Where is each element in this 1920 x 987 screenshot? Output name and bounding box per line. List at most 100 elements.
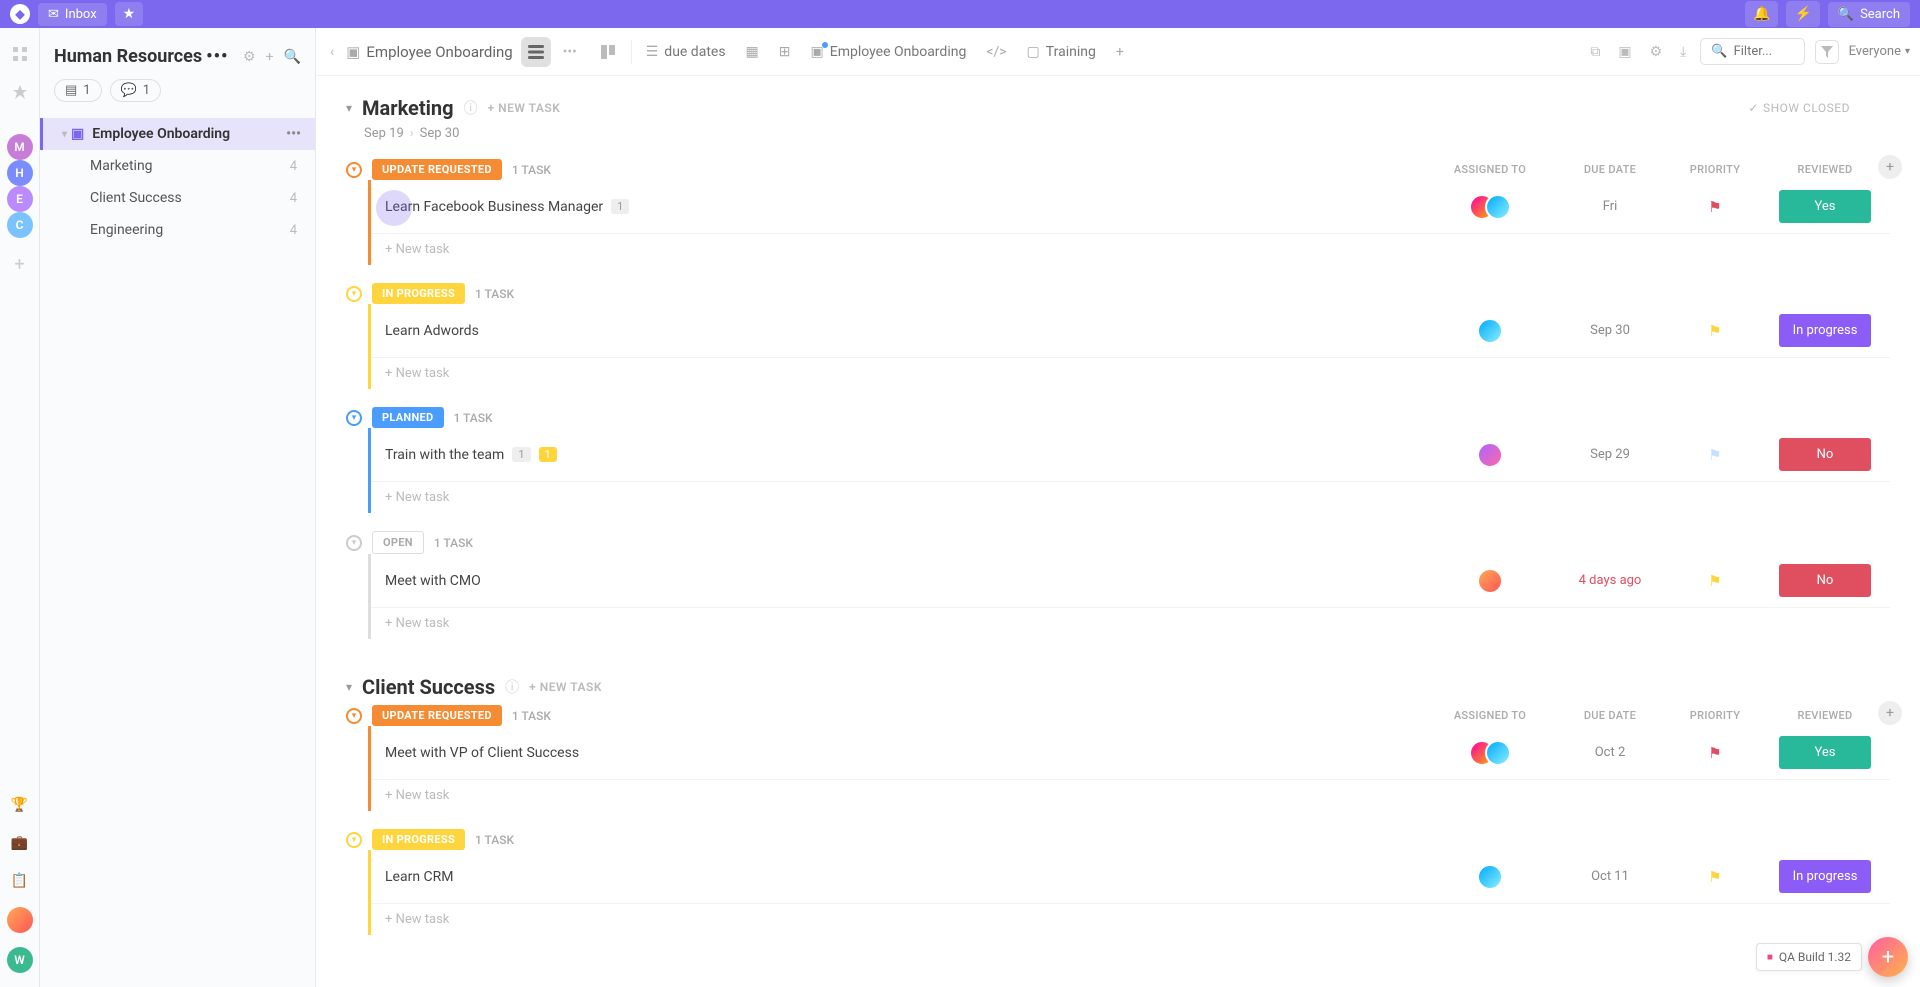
logo[interactable]: ◆ [10, 4, 30, 24]
new-task-inline[interactable]: + New task [371, 482, 1890, 513]
due-date-cell[interactable]: Sep 30 [1550, 323, 1670, 338]
apps-icon[interactable] [8, 42, 32, 66]
due-dates-tab[interactable]: ☰ due dates [640, 40, 732, 64]
sidebar-item[interactable]: Engineering4 [40, 214, 315, 246]
gear-icon[interactable]: ⚙ [1646, 40, 1667, 64]
new-task-inline[interactable]: + New task [371, 780, 1890, 811]
embed-tab[interactable]: </> [980, 40, 1012, 64]
assignees-cell[interactable] [1430, 194, 1550, 220]
assignee-avatar[interactable] [1477, 864, 1503, 890]
breadcrumb[interactable]: ▣ Employee Onboarding [346, 43, 513, 61]
collapse-icon[interactable]: ▾ [346, 680, 352, 694]
due-date-cell[interactable]: Oct 2 [1550, 745, 1670, 760]
reviewed-cell[interactable]: Yes [1760, 190, 1890, 223]
status-toggle[interactable]: ▾ [346, 832, 362, 848]
pin-icon[interactable] [8, 80, 32, 104]
info-icon[interactable]: ⓘ [464, 98, 478, 118]
copy-icon[interactable]: ⧉ [1586, 40, 1604, 64]
more-icon[interactable]: ••• [286, 126, 301, 142]
reviewed-cell[interactable]: No [1760, 564, 1890, 597]
assignees-cell[interactable] [1430, 864, 1550, 890]
favorite-button[interactable]: ★ [115, 2, 144, 26]
new-task-inline[interactable]: + New task [371, 608, 1890, 639]
assignees-cell[interactable] [1430, 568, 1550, 594]
inbox-button[interactable]: ✉ Inbox [38, 3, 107, 26]
task-row[interactable]: Meet with VP of Client Success Oct 2 ⚑ Y… [371, 726, 1890, 780]
view-options-button[interactable]: ••• [555, 37, 585, 67]
onboarding-tab[interactable]: ▣ Employee Onboarding [805, 40, 973, 64]
back-icon[interactable]: ‹ [326, 40, 338, 64]
add-column-button[interactable]: + [1878, 155, 1902, 179]
space-avatar[interactable]: E [7, 186, 33, 212]
due-date-cell[interactable]: 4 days ago [1550, 573, 1670, 588]
reviewed-cell[interactable]: No [1760, 438, 1890, 471]
assignee-avatar[interactable] [1477, 442, 1503, 468]
workspace-avatar[interactable]: W [7, 947, 33, 973]
notifications-icon[interactable]: 🔔 [1745, 1, 1778, 27]
assignees-cell[interactable] [1430, 442, 1550, 468]
status-label[interactable]: IN PROGRESS [372, 829, 465, 850]
status-label[interactable]: UPDATE REQUESTED [372, 705, 502, 726]
status-label[interactable]: PLANNED [372, 407, 444, 428]
search-icon[interactable]: 🔍 [284, 49, 301, 65]
sidebar-title[interactable]: Human Resources ••• [54, 46, 229, 67]
filter-input[interactable]: 🔍 [1700, 38, 1804, 65]
clipboard-icon[interactable]: 📋 [8, 869, 32, 893]
user-avatar-small[interactable] [7, 907, 33, 933]
plus-icon[interactable]: + [266, 49, 274, 65]
priority-cell[interactable]: ⚑ [1670, 198, 1760, 216]
due-date-cell[interactable]: Oct 11 [1550, 869, 1670, 884]
reviewed-cell[interactable]: Yes [1760, 736, 1890, 769]
download-icon[interactable]: ⤓ [1676, 40, 1690, 64]
trophy-icon[interactable]: 🏆 [8, 793, 32, 817]
assignee-avatar[interactable] [1485, 194, 1511, 220]
new-task-inline[interactable]: + New task [371, 358, 1890, 389]
training-tab[interactable]: ▢ Training [1021, 40, 1102, 64]
fab-add-button[interactable]: + [1868, 937, 1908, 977]
new-task-inline[interactable]: + New task [371, 234, 1890, 265]
sidebar-item[interactable]: Client Success4 [40, 182, 315, 214]
group-title[interactable]: Marketing [362, 96, 454, 120]
new-task-button[interactable]: + NEW TASK [488, 101, 561, 115]
priority-cell[interactable]: ⚑ [1670, 446, 1760, 464]
status-toggle[interactable]: ▾ [346, 708, 362, 724]
gear-icon[interactable]: ⚙ [243, 49, 256, 65]
briefcase-icon[interactable]: 💼 [8, 831, 32, 855]
sidebar-item-onboarding[interactable]: ▾ ▣ Employee Onboarding ••• [40, 118, 315, 150]
status-label[interactable]: UPDATE REQUESTED [372, 159, 502, 180]
add-column-button[interactable]: + [1878, 701, 1902, 725]
info-icon[interactable]: ⓘ [505, 677, 519, 697]
duplicate-icon[interactable]: ▣ [1614, 40, 1635, 64]
space-avatar[interactable]: H [7, 160, 33, 186]
due-date-cell[interactable]: Sep 29 [1550, 447, 1670, 462]
assignee-avatar[interactable] [1477, 318, 1503, 344]
reviewed-cell[interactable]: In progress [1760, 314, 1890, 347]
priority-cell[interactable]: ⚑ [1670, 868, 1760, 886]
bolt-icon[interactable]: ⚡ [1786, 1, 1819, 27]
filter-field[interactable] [1734, 44, 1794, 59]
new-task-button[interactable]: + NEW TASK [529, 680, 602, 694]
assignee-avatar[interactable] [1477, 568, 1503, 594]
status-toggle[interactable]: ▾ [346, 535, 362, 551]
filter-funnel-button[interactable] [1815, 40, 1839, 64]
priority-cell[interactable]: ⚑ [1670, 572, 1760, 590]
everyone-dropdown[interactable]: Everyone ▾ [1849, 44, 1910, 59]
search-button[interactable]: 🔍 Search [1828, 2, 1910, 27]
priority-cell[interactable]: ⚑ [1670, 322, 1760, 340]
calendar-tab[interactable]: ▦ [740, 40, 765, 64]
space-avatar[interactable]: M [7, 134, 33, 160]
assignees-cell[interactable] [1430, 740, 1550, 766]
assignee-avatar[interactable] [1485, 740, 1511, 766]
show-closed-button[interactable]: ✓SHOW CLOSED [1748, 101, 1890, 115]
build-indicator[interactable]: QA Build 1.32 [1756, 943, 1862, 971]
board-view-button[interactable] [593, 37, 623, 67]
group-title[interactable]: Client Success [362, 675, 495, 699]
status-toggle[interactable]: ▾ [346, 410, 362, 426]
collapse-icon[interactable]: ▾ [346, 101, 352, 115]
new-task-inline[interactable]: + New task [371, 904, 1890, 935]
status-toggle[interactable]: ▾ [346, 286, 362, 302]
grid-tab[interactable]: ⊞ [773, 40, 797, 64]
task-row[interactable]: Learn Facebook Business Manager1 Fri ⚑ Y… [371, 180, 1890, 234]
comments-chip[interactable]: 💬 1 [110, 79, 162, 102]
task-row[interactable]: Learn CRM Oct 11 ⚑ In progress [371, 850, 1890, 904]
